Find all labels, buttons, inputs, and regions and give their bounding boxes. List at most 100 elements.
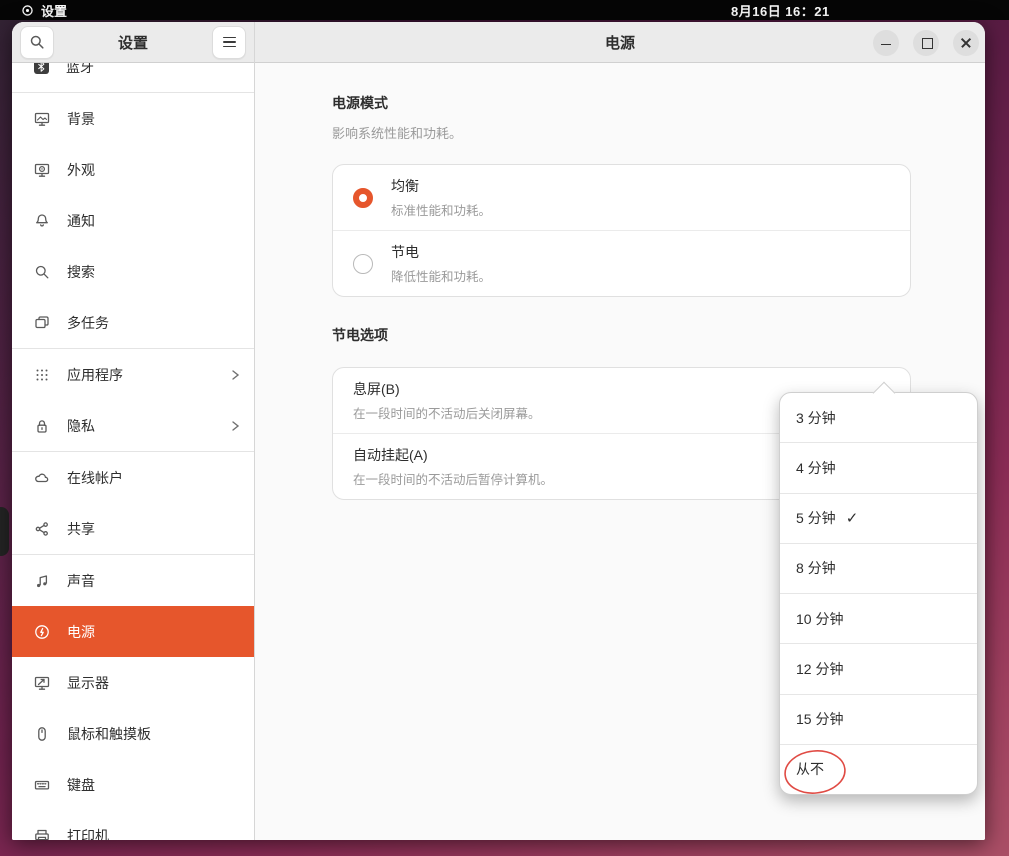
sidebar-item-keyboard[interactable]: 键盘 [12,759,254,810]
item-label: 从不 [796,759,824,779]
sidebar-item-sound[interactable]: 声音 [12,555,254,606]
minimize-button[interactable] [873,30,899,56]
item-label: 15 分钟 [796,709,843,729]
display-icon [34,675,50,691]
row-label: 息屏(B) [353,379,813,399]
power-mode-section-title: 电源模式 [332,93,911,113]
sidebar-item-label: 隐私 [67,416,213,436]
sidebar-item-search[interactable]: 搜索 [12,246,254,297]
panel-clock[interactable]: 8月16日 16：21 [731,0,830,20]
sidebar-item-appearance[interactable]: 外观 [12,144,254,195]
main-headerbar: 电源 [255,22,985,63]
sidebar-item-mouse-touchpad[interactable]: 鼠标和触摸板 [12,708,254,759]
sidebar-item-label: 通知 [67,211,240,231]
appearance-icon [34,162,50,178]
sidebar-item-label: 背景 [67,109,240,129]
cloud-icon [34,470,50,486]
settings-gear-icon [21,4,34,17]
option-label: 节电 [391,242,892,262]
close-icon [953,30,979,56]
sidebar-item-printers[interactable]: 打印机 [12,810,254,840]
power-mode-option-balanced[interactable]: 均衡 标准性能和功耗。 [333,165,910,230]
multitasking-icon [34,315,50,331]
background-icon [34,111,50,127]
dropdown-item-8min[interactable]: 8 分钟 [780,543,977,593]
sidebar-item-label: 打印机 [67,826,240,841]
sidebar: 设置 蓝牙 背景 [12,22,255,840]
check-icon: ✓ [846,509,859,527]
dropdown-item-15min[interactable]: 15 分钟 [780,694,977,744]
option-description: 标准性能和功耗。 [391,200,892,219]
item-label: 3 分钟 [796,408,836,428]
power-mode-card: 均衡 标准性能和功耗。 节电 降低性能和功耗。 [332,164,911,297]
dropdown-item-3min[interactable]: 3 分钟 [780,393,977,442]
maximize-icon [913,30,939,56]
sidebar-item-displays[interactable]: 显示器 [12,657,254,708]
sidebar-item-label: 在线帐户 [67,468,240,488]
sidebar-item-multitasking[interactable]: 多任务 [12,297,254,348]
hamburger-icon [223,37,236,48]
page-title: 电源 [605,32,635,53]
chevron-right-icon [230,369,240,381]
power-mode-option-power-saver[interactable]: 节电 降低性能和功耗。 [333,230,910,296]
power-icon [34,624,50,640]
sidebar-item-label: 键盘 [67,775,240,795]
music-note-icon [34,573,50,589]
item-label: 10 分钟 [796,609,843,629]
item-label: 5 分钟 [796,508,836,528]
clock-text: 8月16日 16：21 [731,1,830,20]
sidebar-item-power[interactable]: 电源 [12,606,254,657]
sidebar-item-privacy[interactable]: 隐私 [12,400,254,451]
printer-icon [34,828,50,841]
sidebar-list[interactable]: 蓝牙 背景 外观 [12,63,254,840]
radio-selected-icon[interactable] [353,188,373,208]
share-icon [34,521,50,537]
dropdown-item-4min[interactable]: 4 分钟 [780,442,977,492]
sidebar-item-label: 鼠标和触摸板 [67,724,240,744]
option-description: 降低性能和功耗。 [391,266,892,285]
item-label: 12 分钟 [796,659,843,679]
primary-menu-button[interactable] [212,26,246,59]
sidebar-item-label: 共享 [67,519,240,539]
sidebar-item-label: 外观 [67,160,240,180]
dropdown-item-never[interactable]: 从不 [780,744,977,794]
power-saving-section-title: 节电选项 [332,325,911,345]
minimize-icon [873,30,899,56]
panel-app-name: 设置 [41,1,67,20]
option-label: 均衡 [391,176,892,196]
sidebar-item-label: 声音 [67,571,240,591]
sidebar-item-sharing[interactable]: 共享 [12,503,254,554]
sidebar-item-online-accounts[interactable]: 在线帐户 [12,452,254,503]
sidebar-item-label: 蓝牙 [66,63,240,77]
search-button[interactable] [20,26,54,59]
close-button[interactable] [953,30,979,56]
window-controls [873,22,979,63]
dropdown-item-10min[interactable]: 10 分钟 [780,593,977,643]
bell-icon [34,213,50,229]
blank-screen-dropdown-menu: 3 分钟 4 分钟 5 分钟 ✓ 8 分钟 10 分钟 12 分钟 15 分钟 … [779,392,978,795]
apps-grid-icon [34,367,50,383]
sidebar-item-label: 应用程序 [67,365,213,385]
sidebar-item-applications[interactable]: 应用程序 [12,349,254,400]
search-icon [29,34,45,50]
sidebar-item-label: 搜索 [67,262,240,282]
mouse-icon [34,726,50,742]
panel-app-menu[interactable]: 设置 [21,0,67,20]
maximize-button[interactable] [913,30,939,56]
top-panel: 设置 8月16日 16：21 [0,0,1009,20]
sidebar-headerbar: 设置 [12,22,254,63]
dropdown-item-12min[interactable]: 12 分钟 [780,643,977,693]
bluetooth-icon [34,63,49,74]
sidebar-item-notifications[interactable]: 通知 [12,195,254,246]
sidebar-item-bluetooth[interactable]: 蓝牙 [12,63,254,92]
sidebar-item-label: 电源 [67,622,240,642]
sidebar-item-label: 显示器 [67,673,240,693]
power-mode-section-subtitle: 影响系统性能和功耗。 [332,123,911,142]
dropdown-item-5min[interactable]: 5 分钟 ✓ [780,493,977,543]
sidebar-item-label: 多任务 [67,313,240,333]
sidebar-item-background[interactable]: 背景 [12,93,254,144]
search-icon [34,264,50,280]
keyboard-icon [34,777,50,793]
item-label: 8 分钟 [796,558,836,578]
radio-unselected-icon[interactable] [353,254,373,274]
